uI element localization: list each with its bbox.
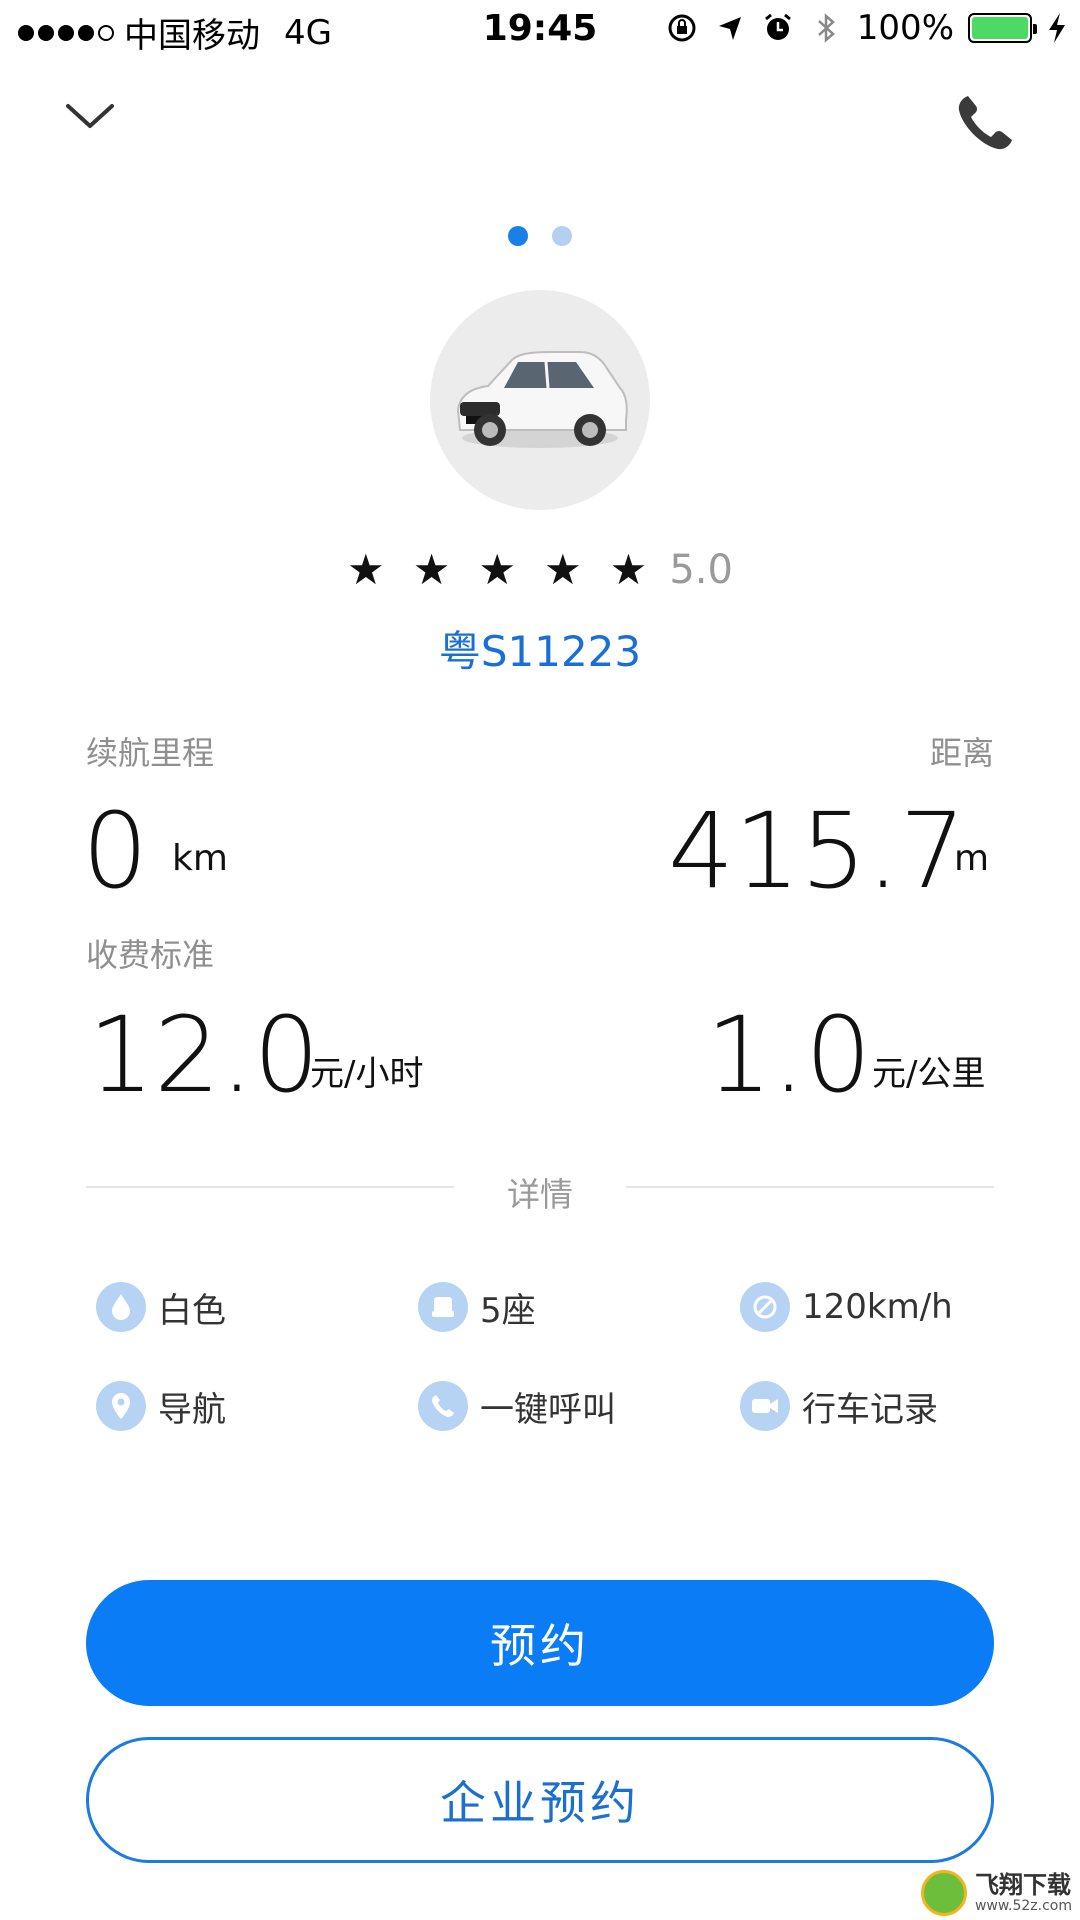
range-unit: km: [172, 838, 228, 879]
star-icon: ★: [544, 545, 582, 594]
mileage-rate-unit: 元/公里: [872, 1054, 986, 1094]
phone-icon[interactable]: [950, 88, 1020, 158]
watermark-url: www.52z.com: [974, 1897, 1072, 1914]
page-indicator: [0, 226, 1080, 246]
range-value: 0: [82, 790, 149, 912]
alarm-icon: [764, 13, 791, 40]
details-title: 详情: [507, 1175, 573, 1214]
battery-percent: 100%: [856, 8, 954, 48]
reserve-button[interactable]: 预约: [86, 1580, 994, 1706]
page-dot-active[interactable]: [508, 226, 528, 246]
feature-top-speed: 120km/h: [740, 1282, 953, 1332]
battery-level-fill: [972, 17, 1028, 39]
range-label: 续航里程: [86, 734, 215, 772]
star-icon: ★: [478, 545, 517, 594]
star-icon: ★: [412, 545, 451, 594]
mileage-rate-value: 1.0: [706, 994, 872, 1116]
license-plate: 粤S11223: [438, 627, 642, 676]
hourly-rate-unit: 元/小时: [310, 1054, 424, 1094]
video-camera-icon: [740, 1381, 790, 1431]
distance-unit: m: [954, 838, 990, 879]
rating: ★ ★ ★ ★ ★ 5.0: [0, 545, 1080, 594]
car-illustration: [456, 351, 628, 448]
watermark-logo-icon: [920, 1870, 967, 1916]
enterprise-reserve-button[interactable]: 企业预约: [86, 1737, 994, 1863]
battery-icon: [968, 13, 1037, 43]
distance-label: 距离: [929, 734, 994, 772]
rating-score: 5.0: [669, 546, 733, 593]
feature-label: 行车记录: [802, 1389, 938, 1430]
watermark-name: 飞翔下载: [974, 1871, 1071, 1900]
speed-limit-icon: [740, 1282, 790, 1332]
feature-dash-cam: 行车记录: [740, 1381, 938, 1431]
feature-seats: 5座: [418, 1282, 536, 1332]
car-image: [430, 290, 650, 510]
feature-label: 一键呼叫: [480, 1389, 616, 1430]
charging-bolt-icon: [1049, 13, 1065, 43]
star-icon: ★: [609, 545, 648, 594]
feature-label: 导航: [158, 1389, 226, 1430]
status-bar: 中国移动 4G 19:45 100%: [0, 0, 1080, 60]
feature-one-key-call: 一键呼叫: [418, 1381, 616, 1431]
phone-icon: [418, 1381, 468, 1431]
location-arrow-icon: [718, 17, 741, 40]
distance-value: 415.7: [668, 790, 966, 912]
feature-label: 120km/h: [802, 1287, 953, 1327]
bluetooth-icon: [817, 13, 835, 43]
paint-drop-icon: [96, 1282, 146, 1332]
divider-right: [626, 1186, 994, 1188]
watermark: 飞翔下载 www.52z.com: [920, 1870, 1072, 1916]
feature-label: 5座: [480, 1290, 536, 1331]
location-pin-icon: [96, 1381, 146, 1431]
star-icon: ★: [347, 545, 385, 594]
rotation-lock-icon: [668, 14, 696, 42]
feature-color: 白色: [96, 1282, 226, 1332]
hourly-rate-value: 12.0: [88, 994, 320, 1116]
seat-icon: [418, 1282, 468, 1332]
chevron-down-icon[interactable]: [60, 92, 120, 142]
feature-navigation: 导航: [96, 1381, 226, 1431]
feature-label: 白色: [158, 1290, 226, 1331]
page-dot[interactable]: [552, 226, 572, 246]
watermark-text: 飞翔下载 www.52z.com: [975, 1872, 1072, 1914]
fee-label: 收费标准: [86, 936, 215, 974]
status-bar-right: 100%: [665, 8, 1068, 48]
